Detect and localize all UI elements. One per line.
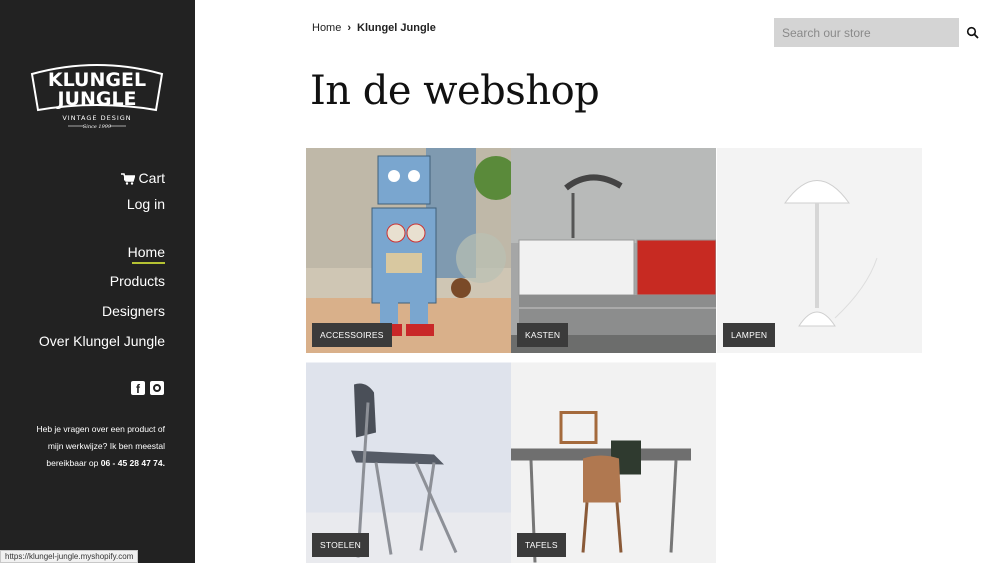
login-link[interactable]: Log in	[127, 196, 165, 212]
collection-tile-kasten[interactable]: KASTEN	[511, 148, 716, 353]
breadcrumb-separator: ›	[347, 22, 352, 34]
status-bar-url: https://klungel-jungle.myshopify.com	[0, 550, 139, 563]
cart-icon	[120, 172, 136, 185]
tile-label: ACCESSOIRES	[312, 323, 392, 347]
tile-label: LAMPEN	[723, 323, 776, 347]
sidebar: KLUNGEL JUNGLE VINTAGE DESIGN Since 1999…	[0, 0, 195, 563]
tile-label: KASTEN	[517, 323, 569, 347]
instagram-icon[interactable]	[150, 381, 164, 395]
breadcrumb-home[interactable]: Home	[312, 22, 341, 34]
logo-tagline: VINTAGE DESIGN	[62, 114, 131, 122]
search-icon[interactable]	[966, 26, 980, 40]
nav-item-products[interactable]: Products	[110, 273, 165, 289]
collection-tile-lampen[interactable]: LAMPEN	[717, 148, 922, 353]
breadcrumb: Home › Klungel Jungle	[312, 22, 436, 34]
brand-logo[interactable]: KLUNGEL JUNGLE VINTAGE DESIGN Since 1999	[28, 58, 166, 132]
collection-tile-tafels[interactable]: TAFELS	[511, 361, 716, 563]
collection-tile-accessoires[interactable]: ACCESSOIRES	[306, 148, 511, 353]
social-links: f	[131, 381, 164, 395]
tile-label: TAFELS	[517, 533, 566, 557]
nav-item-designers[interactable]: Designers	[102, 303, 165, 319]
logo-line2: JUNGLE	[55, 88, 136, 110]
nav-item-over[interactable]: Over Klungel Jungle	[39, 333, 165, 349]
cart-label: Cart	[138, 170, 165, 186]
cart-link[interactable]: Cart	[120, 170, 165, 186]
tile-label: STOELEN	[312, 533, 369, 557]
nav-item-home[interactable]: Home	[128, 244, 165, 260]
search-input[interactable]	[774, 18, 959, 47]
contact-info: Heb je vragen over een product of mijn w…	[35, 421, 165, 472]
collection-tile-stoelen[interactable]: STOELEN	[306, 361, 511, 563]
breadcrumb-current: Klungel Jungle	[357, 22, 436, 34]
active-nav-indicator	[132, 262, 165, 264]
logo-since: Since 1999	[83, 124, 112, 130]
page-title: In de webshop	[310, 68, 600, 114]
facebook-icon[interactable]: f	[131, 381, 145, 395]
contact-phone: 06 - 45 28 47 74.	[100, 458, 165, 468]
